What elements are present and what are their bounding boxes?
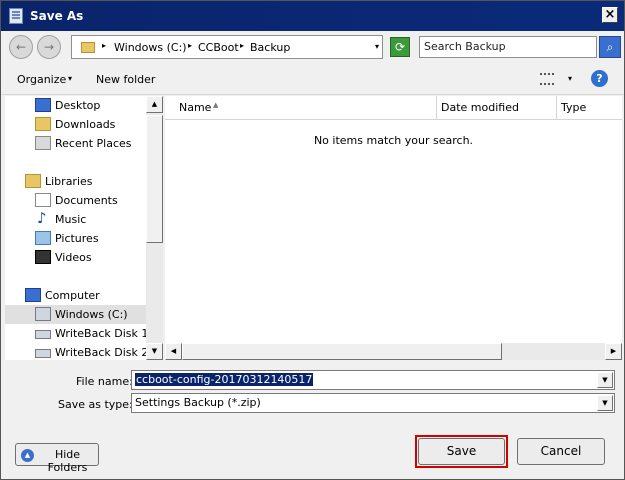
desktop-icon [35, 98, 51, 112]
chevron-down-icon[interactable]: ▼ [597, 372, 613, 388]
scroll-right-button[interactable]: ▶ [605, 343, 622, 360]
scroll-down-button[interactable]: ▼ [146, 343, 163, 360]
nav-item-label: Documents [55, 194, 118, 207]
save-button[interactable]: Save [418, 438, 505, 465]
windows-drive-icon [35, 307, 51, 321]
nav-item-label: Windows (C:) [55, 308, 128, 321]
nav-item-desktop[interactable]: Desktop [5, 96, 146, 115]
nav-item-label: Videos [55, 251, 92, 264]
document-icon [9, 8, 23, 24]
hide-folders-label: Hide Folders [47, 448, 88, 474]
scroll-left-button[interactable]: ◀ [165, 343, 182, 360]
pictures-icon [35, 231, 51, 245]
save-as-type-label: Save as type: [58, 398, 133, 411]
chevron-down-icon[interactable]: ▼ [597, 395, 613, 411]
nav-item-label: Music [55, 213, 87, 226]
file-list[interactable]: Name ▲ Date modified Type No items match… [165, 96, 622, 343]
nav-item-label: WriteBack Disk 1 (D [55, 327, 146, 340]
refresh-button[interactable]: ⟳ [390, 37, 410, 57]
hide-folders-button[interactable]: ▲ Hide Folders [15, 443, 99, 474]
nav-item-label: WriteBack Disk 2 (E [55, 346, 146, 359]
save-as-dialog: Save As × ← → ▸ Windows (C:) ▸ CCBoot ▸ … [0, 0, 625, 480]
music-icon [35, 209, 51, 227]
view-options-icon[interactable] [540, 73, 554, 85]
file-name-value[interactable]: ccboot-config-20170312140517 [135, 373, 314, 386]
nav-item-music[interactable]: Music [5, 209, 146, 229]
new-folder-button[interactable]: New folder [96, 73, 155, 86]
nav-item-writeback-disk-2[interactable]: WriteBack Disk 2 (E [5, 343, 146, 360]
drive-icon [35, 330, 51, 339]
nav-item-label: Pictures [55, 232, 99, 245]
nav-item-computer[interactable]: Computer [5, 286, 146, 305]
sort-arrow-icon: ▲ [213, 101, 219, 109]
column-label: Type [561, 101, 587, 114]
save-as-type-value: Settings Backup (*.zip) [135, 396, 261, 409]
libraries-icon [25, 174, 41, 188]
nav-item-videos[interactable]: Videos [5, 248, 146, 267]
nav-item-label: Recent Places [55, 137, 132, 150]
search-input[interactable]: Search Backup [419, 36, 597, 58]
nav-item-recent-places[interactable]: Recent Places [5, 134, 146, 153]
toolbar: Organize ▾ New folder ▾ ? [1, 63, 624, 95]
drive-icon [35, 349, 51, 358]
downloads-icon [35, 117, 51, 131]
documents-icon [35, 193, 51, 207]
scroll-thumb[interactable] [146, 115, 163, 243]
chevron-down-icon[interactable]: ▾ [568, 74, 572, 83]
nav-item-label: Downloads [55, 118, 116, 131]
breadcrumb-item[interactable]: CCBoot [198, 41, 239, 54]
organize-button[interactable]: Organize [17, 73, 66, 86]
scroll-thumb[interactable] [182, 343, 502, 360]
collapse-icon: ▲ [21, 449, 34, 462]
back-button[interactable]: ← [9, 35, 33, 59]
title-bar: Save As × [1, 1, 624, 31]
column-header-date-modified[interactable]: Date modified [437, 96, 557, 120]
nav-item-label: Computer [45, 289, 100, 302]
column-label: Date modified [441, 101, 519, 114]
breadcrumb[interactable]: ▸ Windows (C:) ▸ CCBoot ▸ Backup ▾ [71, 35, 383, 59]
file-name-label: File name: [76, 375, 133, 388]
nav-item-documents[interactable]: Documents [5, 191, 146, 210]
navigation-pane: Desktop Downloads Recent Places Librarie… [5, 96, 146, 360]
cancel-button[interactable]: Cancel [517, 438, 605, 465]
nav-item-label: Libraries [45, 175, 93, 188]
nav-item-libraries[interactable]: Libraries [5, 172, 146, 191]
scroll-up-button[interactable]: ▲ [146, 96, 163, 113]
chevron-down-icon[interactable]: ▾ [68, 74, 72, 83]
column-label: Name [179, 101, 212, 114]
breadcrumb-item[interactable]: Backup [250, 41, 290, 54]
breadcrumb-arrow-icon[interactable]: ▸ [188, 41, 192, 50]
file-name-field[interactable]: ccboot-config-20170312140517 ▼ [131, 370, 615, 390]
help-icon[interactable]: ? [591, 70, 608, 87]
breadcrumb-item[interactable]: Windows (C:) [114, 41, 187, 54]
column-header-name[interactable]: Name ▲ [165, 96, 437, 120]
close-button[interactable]: × [602, 7, 618, 23]
forward-button[interactable]: → [37, 35, 61, 59]
file-list-horizontal-scrollbar[interactable]: ◀ ▶ [165, 343, 622, 360]
chevron-down-icon[interactable]: ▾ [375, 42, 379, 51]
nav-item-windows-c[interactable]: Windows (C:) [5, 305, 146, 324]
nav-item-pictures[interactable]: Pictures [5, 229, 146, 248]
empty-message: No items match your search. [313, 134, 474, 147]
window-title: Save As [30, 9, 84, 23]
nav-item-label: Desktop [55, 99, 101, 112]
recent-places-icon [35, 136, 51, 150]
videos-icon [35, 250, 51, 264]
breadcrumb-arrow-icon[interactable]: ▸ [102, 41, 106, 50]
column-header-type[interactable]: Type [557, 96, 622, 120]
breadcrumb-arrow-icon[interactable]: ▸ [240, 41, 244, 50]
folder-icon [81, 42, 95, 53]
nav-item-writeback-disk-1[interactable]: WriteBack Disk 1 (D [5, 324, 146, 343]
computer-icon [25, 288, 41, 302]
nav-item-downloads[interactable]: Downloads [5, 115, 146, 134]
save-as-type-select[interactable]: Settings Backup (*.zip) ▼ [131, 393, 615, 413]
navigation-scrollbar[interactable]: ▲ ▼ [146, 96, 163, 360]
search-icon[interactable]: ⌕ [599, 36, 621, 58]
address-bar: ← → ▸ Windows (C:) ▸ CCBoot ▸ Backup ▾ ⟳… [1, 31, 624, 63]
